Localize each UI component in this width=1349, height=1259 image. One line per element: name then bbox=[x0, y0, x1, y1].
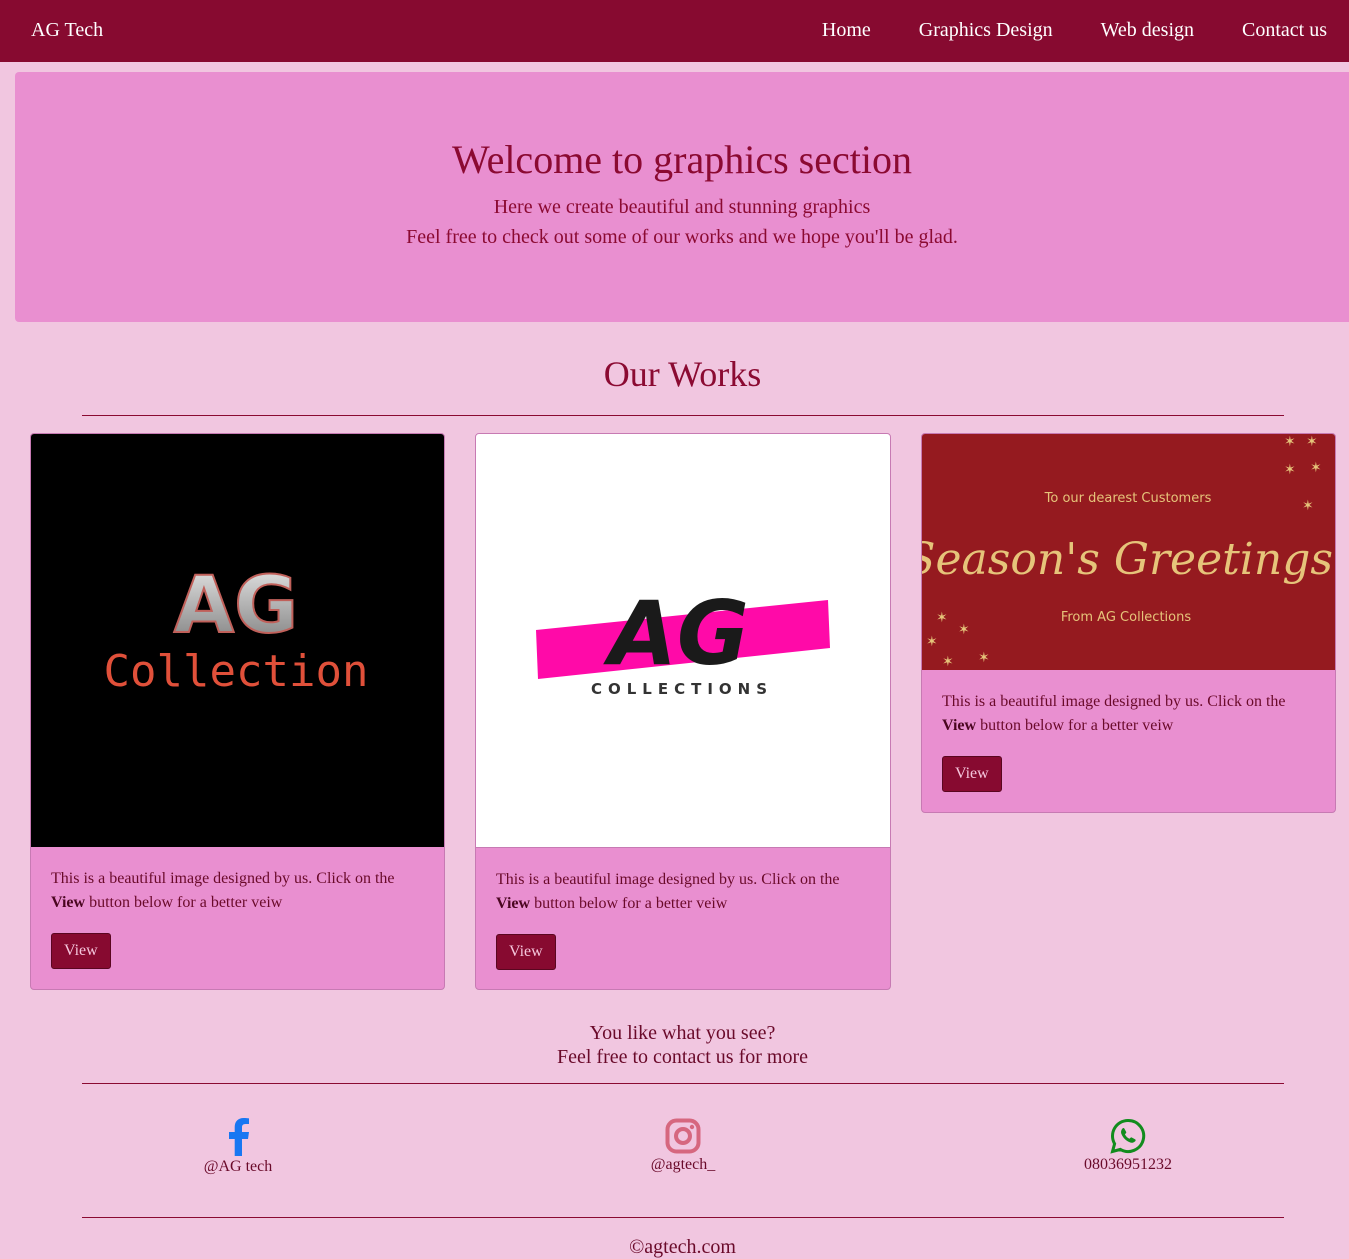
nav-contact-us[interactable]: Contact us bbox=[1242, 19, 1327, 42]
card-description: This is a beautiful image designed by us… bbox=[942, 690, 1315, 738]
logo-ag-text: AG bbox=[603, 582, 749, 685]
view-button[interactable]: View bbox=[942, 756, 1002, 792]
svg-text:✶: ✶ bbox=[926, 634, 938, 650]
view-button[interactable]: View bbox=[496, 934, 556, 970]
work-image-seasons-greetings[interactable]: To our dearest Customers Season's Greeti… bbox=[922, 434, 1335, 670]
hero-subtitle-1: Here we create beautiful and stunning gr… bbox=[493, 196, 871, 218]
card-text-bold: View bbox=[942, 717, 977, 734]
contact-cta: You like what you see? Feel free to cont… bbox=[0, 1021, 1349, 1069]
instagram-icon bbox=[665, 1118, 701, 1154]
social-facebook[interactable]: @AG tech bbox=[138, 1118, 338, 1176]
card-text: This is a beautiful image designed by us… bbox=[51, 870, 395, 887]
view-button[interactable]: View bbox=[51, 933, 111, 969]
svg-text:✶: ✶ bbox=[1284, 462, 1296, 478]
card-text-end: button below for a better veiw bbox=[85, 894, 283, 911]
card-description: This is a beautiful image designed by us… bbox=[51, 867, 424, 915]
nav-links: Home Graphics Design Web design Contact … bbox=[822, 19, 1327, 42]
card-text-end: button below for a better veiw bbox=[530, 895, 728, 912]
divider bbox=[82, 415, 1284, 416]
work-image-ag-collection[interactable]: AG Collection bbox=[31, 434, 444, 847]
card-text-end: button below for a better veiw bbox=[976, 717, 1174, 734]
card-text: This is a beautiful image designed by us… bbox=[942, 693, 1286, 710]
copyright: ©agtech.com bbox=[629, 1236, 736, 1258]
hero-title: Welcome to graphics section bbox=[452, 137, 912, 182]
svg-text:✶: ✶ bbox=[1306, 434, 1318, 450]
svg-text:✶: ✶ bbox=[1284, 434, 1296, 450]
facebook-handle: @AG tech bbox=[203, 1158, 273, 1175]
svg-text:✶: ✶ bbox=[942, 654, 954, 670]
cta-line-1: You like what you see? bbox=[589, 1022, 776, 1044]
card-text: This is a beautiful image designed by us… bbox=[496, 871, 840, 888]
instagram-handle: @agtech_ bbox=[650, 1156, 716, 1173]
card-body: This is a beautiful image designed by us… bbox=[476, 868, 890, 970]
svg-text:✶: ✶ bbox=[978, 650, 990, 666]
nav-home[interactable]: Home bbox=[822, 19, 871, 42]
work-card-1: AG Collection This is a beautiful image … bbox=[30, 433, 445, 990]
whatsapp-number: 08036951232 bbox=[1084, 1156, 1172, 1173]
work-card-3: To our dearest Customers Season's Greeti… bbox=[921, 433, 1336, 813]
social-whatsapp[interactable]: 08036951232 bbox=[1028, 1118, 1228, 1174]
svg-text:✶: ✶ bbox=[958, 622, 970, 638]
divider bbox=[82, 1083, 1284, 1084]
navbar: AG Tech Home Graphics Design Web design … bbox=[0, 0, 1349, 62]
ag-collection-logo: AG Collection bbox=[104, 560, 369, 697]
greeting-main-text: Season's Greetings! bbox=[922, 534, 1335, 585]
card-body: This is a beautiful image designed by us… bbox=[31, 867, 444, 969]
ag-collections-logo: AG COLLECTIONS bbox=[536, 582, 830, 698]
works-title: Our Works bbox=[603, 354, 762, 394]
divider bbox=[82, 1217, 1284, 1218]
seasons-greetings-card: To our dearest Customers Season's Greeti… bbox=[922, 434, 1335, 670]
card-text-bold: View bbox=[51, 894, 86, 911]
nav-web-design[interactable]: Web design bbox=[1101, 19, 1194, 42]
hero-subtitle-2: Feel free to check out some of our works… bbox=[406, 226, 958, 248]
facebook-icon bbox=[229, 1118, 249, 1156]
card-text-bold: View bbox=[496, 895, 531, 912]
whatsapp-icon bbox=[1110, 1118, 1146, 1154]
hero-banner: Welcome to graphics section Here we crea… bbox=[15, 72, 1349, 322]
work-card-2: AG COLLECTIONS This is a beautiful image… bbox=[475, 433, 891, 990]
brand-logo[interactable]: AG Tech bbox=[31, 19, 103, 42]
logo-ag-text: AG bbox=[174, 561, 298, 651]
cta-line-2: Feel free to contact us for more bbox=[556, 1046, 808, 1068]
social-instagram[interactable]: @agtech_ bbox=[583, 1118, 783, 1174]
card-description: This is a beautiful image designed by us… bbox=[496, 868, 870, 916]
logo-collection-text: Collection bbox=[104, 646, 369, 697]
logo-collections-text: COLLECTIONS bbox=[591, 680, 773, 698]
greeting-top-text: To our dearest Customers bbox=[1044, 491, 1212, 506]
nav-graphics-design[interactable]: Graphics Design bbox=[919, 19, 1053, 42]
svg-text:✶: ✶ bbox=[936, 610, 948, 626]
card-body: This is a beautiful image designed by us… bbox=[922, 690, 1335, 792]
work-image-ag-collections[interactable]: AG COLLECTIONS bbox=[476, 434, 890, 848]
svg-text:✶: ✶ bbox=[1310, 460, 1322, 476]
greeting-bottom-text: From AG Collections bbox=[1061, 610, 1192, 625]
svg-text:✶: ✶ bbox=[1302, 498, 1314, 514]
